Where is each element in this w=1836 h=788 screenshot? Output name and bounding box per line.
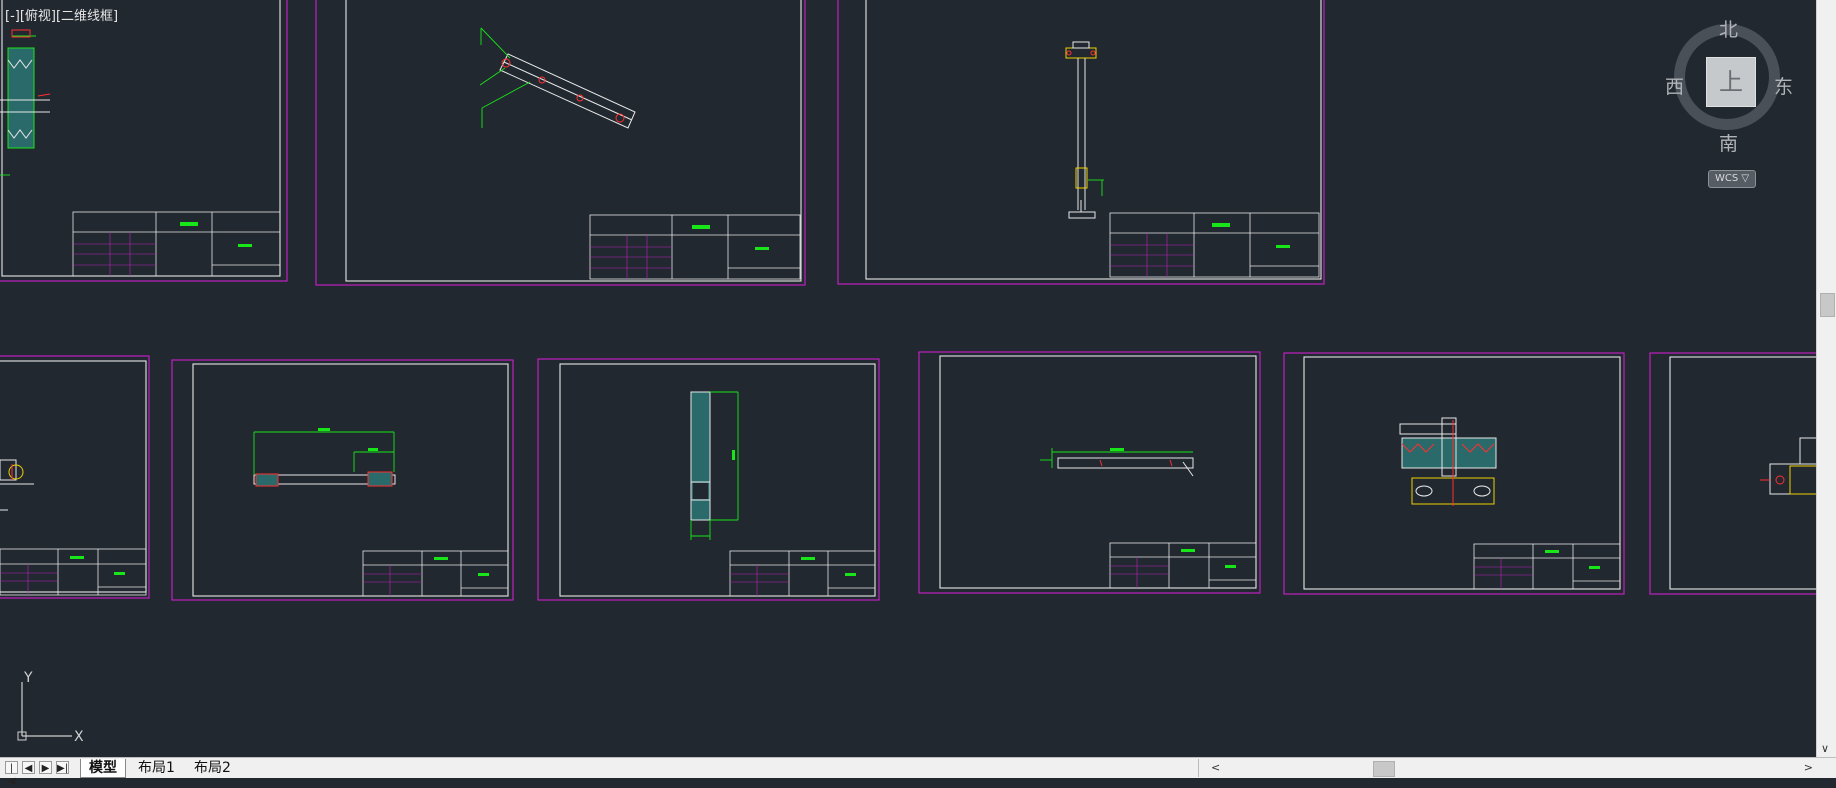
last-tab-button[interactable]: ▶| — [56, 761, 69, 774]
title-block — [0, 548, 147, 596]
next-tab-button[interactable]: ▶ — [39, 761, 52, 774]
title-block — [729, 550, 876, 597]
drawing-sheet-4[interactable] — [0, 355, 150, 599]
compass-west[interactable]: 西 — [1665, 72, 1684, 99]
layout-tab-bar: |◀ ◀ ▶ ▶| 模型 布局1 布局2 < > — [0, 757, 1836, 787]
wcs-menu-button[interactable]: WCS ▽ — [1708, 170, 1756, 188]
vertical-shaft-drawing — [1065, 41, 1104, 219]
title-block — [1473, 543, 1621, 590]
scroll-down-arrow[interactable]: ∨ — [1821, 742, 1829, 755]
title-block — [362, 550, 509, 597]
tab-model[interactable]: 模型 — [80, 759, 126, 778]
drawing-sheet-9[interactable] — [1649, 352, 1816, 595]
bearing-block-drawing — [0, 459, 34, 511]
viewport-label[interactable]: [-][俯视][二维线框] — [5, 5, 118, 24]
title-block — [1109, 542, 1257, 589]
title-block — [1109, 212, 1320, 278]
viewcube[interactable]: 北 南 西 东 上 WCS ▽ — [1665, 15, 1798, 188]
horizontal-rod-drawing — [253, 428, 396, 487]
ucs-x-label: X — [74, 729, 84, 745]
viewcube-top-face[interactable]: 上 — [1706, 57, 1756, 107]
drawing-sheet-8[interactable] — [1283, 352, 1625, 595]
first-tab-button[interactable]: |◀ — [5, 761, 18, 787]
drawing-sheet-7[interactable] — [918, 351, 1261, 594]
vertical-scroll-thumb[interactable] — [1820, 293, 1835, 317]
scroll-left-arrow[interactable]: < — [1211, 759, 1220, 777]
drawing-canvas[interactable] — [0, 0, 1816, 757]
drawing-sheet-3[interactable] — [837, 0, 1325, 285]
compass-east[interactable]: 东 — [1774, 72, 1793, 99]
ucs-icon: Y X — [17, 670, 84, 745]
tab-layout1[interactable]: 布局1 — [130, 759, 183, 777]
tab-layout2[interactable]: 布局2 — [186, 759, 239, 777]
horizontal-scrollbar[interactable]: < > — [1198, 759, 1817, 777]
compass-north[interactable]: 北 — [1719, 15, 1738, 42]
drawing-sheet-2[interactable] — [315, 0, 806, 286]
drawing-sheet-5[interactable] — [171, 359, 514, 601]
ucs-y-label: Y — [23, 670, 33, 686]
compass-south[interactable]: 南 — [1719, 129, 1738, 156]
pulley-bearing-assembly-drawing — [1399, 417, 1497, 506]
drawing-sheet-1[interactable] — [0, 0, 288, 282]
model-space-viewport[interactable]: [-][俯视][二维线框] 北 南 西 东 上 WCS ▽ Y X — [0, 0, 1816, 757]
title-block — [72, 211, 281, 277]
horizontal-scroll-thumb[interactable] — [1373, 761, 1395, 777]
plate-section-drawing — [690, 391, 739, 540]
pulley-section-drawing — [0, 29, 51, 176]
title-block — [589, 214, 801, 280]
scroll-right-arrow[interactable]: > — [1804, 759, 1813, 777]
inclined-rod-drawing — [479, 27, 636, 129]
vertical-scrollbar[interactable]: ∨ — [1816, 0, 1836, 757]
prev-tab-button[interactable]: ◀ — [22, 761, 35, 774]
support-bracket-drawing — [1760, 437, 1816, 495]
flat-bar-drawing — [1040, 448, 1194, 477]
drawing-sheet-6[interactable] — [537, 358, 880, 601]
